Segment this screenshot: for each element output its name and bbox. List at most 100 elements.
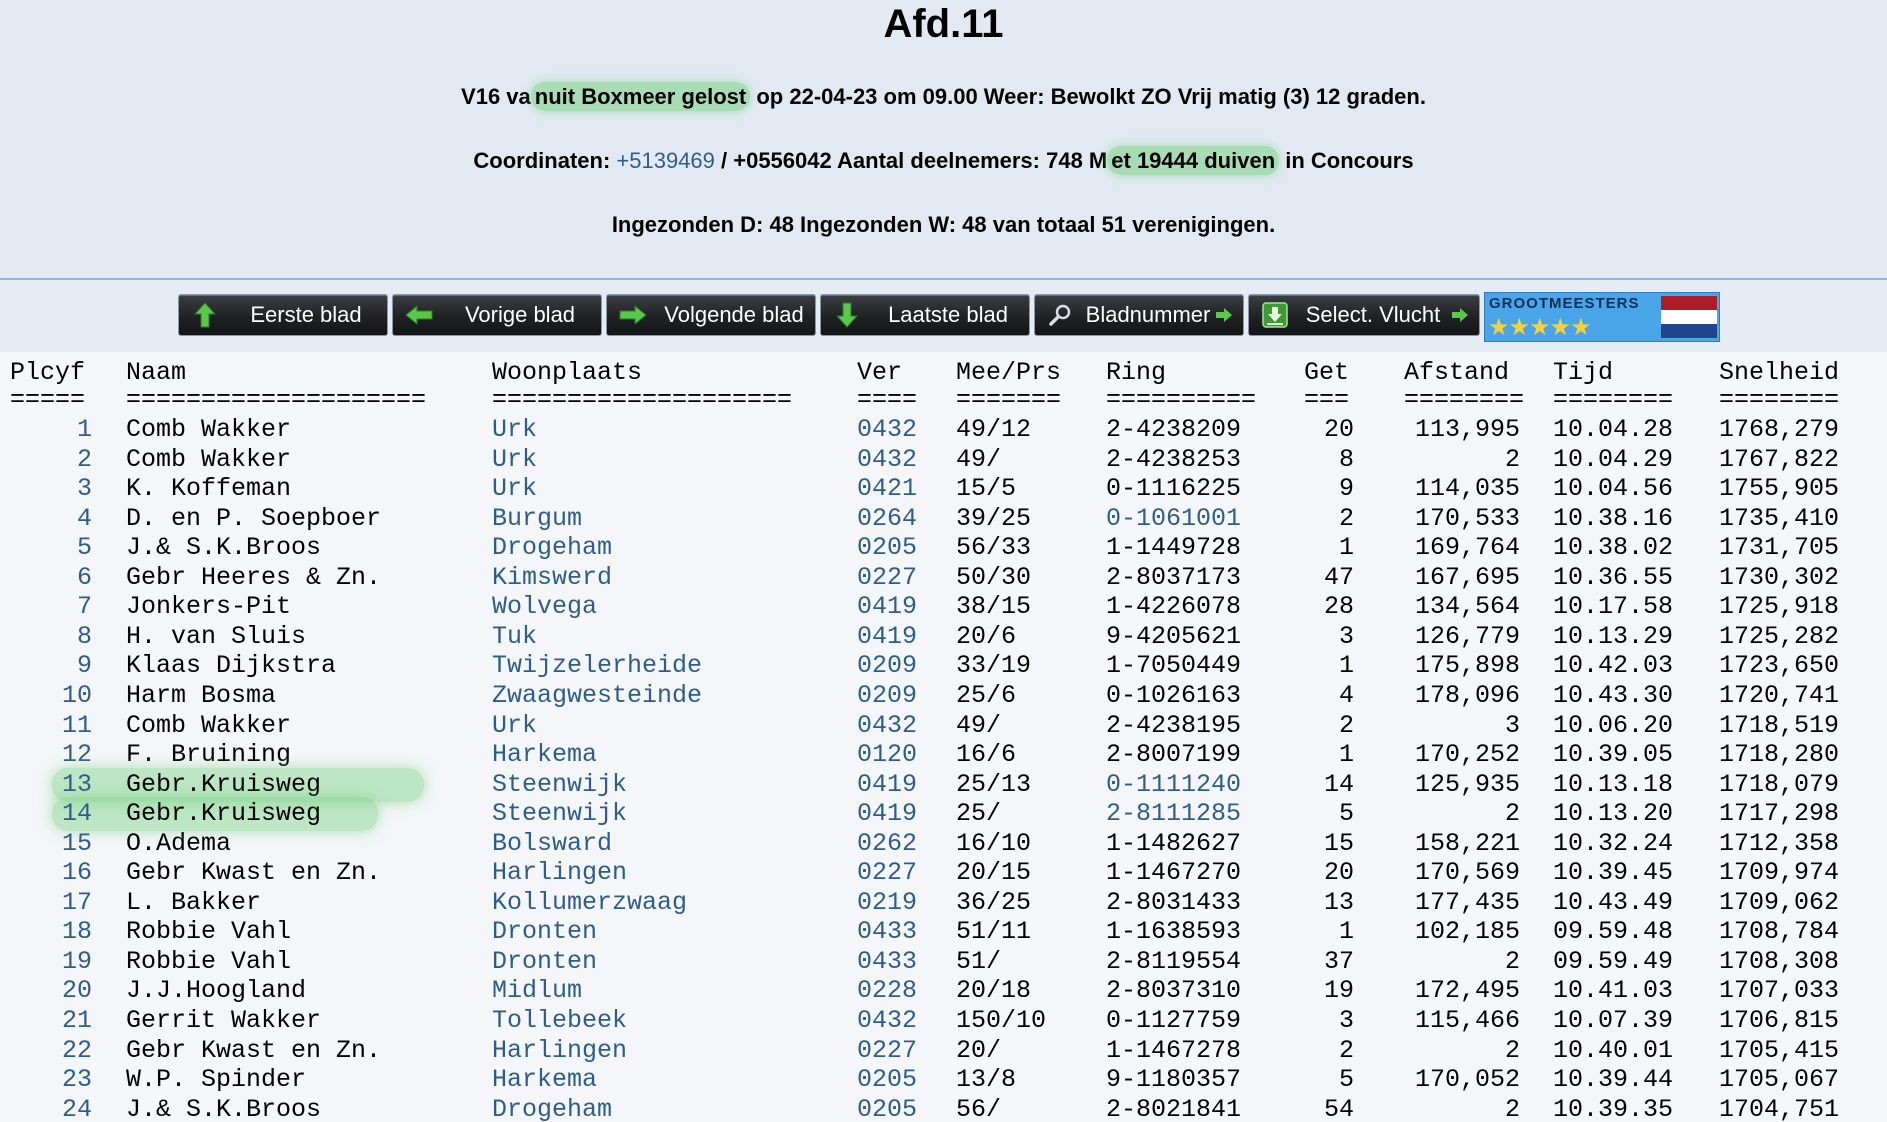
place-cell[interactable]: 4 — [10, 504, 92, 534]
woonplaats-link[interactable]: Kimswerd — [492, 563, 612, 593]
snelheid-cell: 1706,815 — [1719, 1006, 1840, 1035]
vereniging-link[interactable]: 0264 — [857, 504, 917, 534]
vereniging-link[interactable]: 0433 — [857, 947, 917, 977]
woonplaats-link[interactable]: Midlum — [492, 976, 582, 1006]
vereniging-link[interactable]: 0419 — [857, 592, 917, 622]
place-cell[interactable]: 1 — [10, 415, 92, 445]
place-cell[interactable]: 21 — [10, 1006, 92, 1036]
woonplaats-link[interactable]: Harlingen — [492, 1036, 627, 1066]
separator: ===== — [10, 385, 86, 414]
woonplaats-link[interactable]: Kollumerzwaag — [492, 888, 687, 918]
woonplaats-link[interactable]: Wolvega — [492, 592, 597, 622]
place-cell[interactable]: 6 — [10, 563, 92, 593]
eerste-blad-button[interactable]: Eerste blad — [178, 294, 388, 336]
woonplaats-link[interactable]: Dronten — [492, 917, 597, 947]
vereniging-link[interactable]: 0432 — [857, 711, 917, 741]
woonplaats-link[interactable]: Drogeham — [492, 1095, 612, 1122]
vereniging-link[interactable]: 0205 — [857, 1065, 917, 1095]
vereniging-link[interactable]: 0421 — [857, 474, 917, 504]
vereniging-link[interactable]: 0120 — [857, 740, 917, 770]
vereniging-link[interactable]: 0419 — [857, 622, 917, 652]
place-cell[interactable]: 14 — [10, 799, 92, 829]
woonplaats-link[interactable]: Urk — [492, 711, 537, 741]
woonplaats-link[interactable]: Steenwijk — [492, 770, 627, 800]
woonplaats-link[interactable]: Dronten — [492, 947, 597, 977]
vereniging-link[interactable]: 0228 — [857, 976, 917, 1006]
place-cell[interactable]: 3 — [10, 474, 92, 504]
vereniging-link[interactable]: 0219 — [857, 888, 917, 918]
ring-link[interactable]: 0-1111240 — [1106, 770, 1241, 800]
woonplaats-link[interactable]: Twijzelerheide — [492, 651, 702, 681]
vereniging-link[interactable]: 0262 — [857, 829, 917, 859]
woonplaats-link[interactable]: Urk — [492, 415, 537, 445]
woonplaats-link[interactable]: Urk — [492, 474, 537, 504]
vereniging-link[interactable]: 0432 — [857, 445, 917, 475]
place-cell[interactable]: 15 — [10, 829, 92, 859]
place-cell[interactable]: 5 — [10, 533, 92, 563]
woonplaats-link[interactable]: Burgum — [492, 504, 582, 534]
select-vlucht-button[interactable]: Select. Vlucht — [1248, 294, 1480, 336]
vereniging-link[interactable]: 0419 — [857, 799, 917, 829]
place-cell[interactable]: 9 — [10, 651, 92, 681]
place-cell[interactable]: 24 — [10, 1095, 92, 1122]
place-cell[interactable]: 19 — [10, 947, 92, 977]
place-cell[interactable]: 2 — [10, 445, 92, 475]
vereniging-link[interactable]: 0209 — [857, 651, 917, 681]
snelheid-cell: 1708,784 — [1719, 917, 1840, 947]
vereniging-link[interactable]: 0205 — [857, 1095, 917, 1122]
woonplaats-link[interactable]: Urk — [492, 445, 537, 475]
mee-prs-cell: 15/5 — [956, 474, 1017, 504]
ring-link[interactable]: 2-8111285 — [1106, 799, 1241, 829]
woonplaats-link[interactable]: Drogeham — [492, 533, 612, 563]
woonplaats-link[interactable]: Zwaagwesteinde — [492, 681, 702, 711]
mee-prs-cell: 38/15 — [956, 592, 1032, 622]
grootmeesters-logo[interactable]: GROOTMEESTERS ★★★★★ — [1484, 292, 1720, 342]
vereniging-link[interactable]: 0419 — [857, 770, 917, 800]
vorige-blad-button[interactable]: Vorige blad — [392, 294, 602, 336]
woonplaats-link[interactable]: Bolsward — [492, 829, 612, 859]
name-cell: Jonkers-Pit — [126, 592, 292, 622]
vereniging-link[interactable]: 0227 — [857, 563, 917, 593]
submission-line: Ingezonden D: 48 Ingezonden W: 48 van to… — [611, 212, 1276, 237]
place-cell[interactable]: 18 — [10, 917, 92, 947]
separator: ======== — [1553, 385, 1674, 414]
ring-link[interactable]: 0-1061001 — [1106, 504, 1241, 534]
place-cell[interactable]: 7 — [10, 592, 92, 622]
woonplaats-link[interactable]: Harkema — [492, 740, 597, 770]
woonplaats-link[interactable]: Steenwijk — [492, 799, 627, 829]
laatste-blad-button[interactable]: Laatste blad — [820, 294, 1030, 336]
afstand-cell: 3 — [1504, 710, 1520, 740]
flight-info-highlight: nuit Boxmeer gelost — [530, 82, 751, 111]
place-cell[interactable]: 20 — [10, 976, 92, 1006]
vereniging-link[interactable]: 0432 — [857, 415, 917, 445]
place-cell[interactable]: 23 — [10, 1065, 92, 1095]
place-cell[interactable]: 8 — [10, 622, 92, 652]
coordinates-link[interactable]: +5139469 — [616, 148, 715, 173]
place-cell[interactable]: 17 — [10, 888, 92, 918]
vereniging-link[interactable]: 0432 — [857, 1006, 917, 1036]
ring-cell: 1-1449728 — [1106, 533, 1242, 563]
place-cell[interactable]: 12 — [10, 740, 92, 770]
volgende-blad-button[interactable]: Volgende blad — [606, 294, 816, 336]
woonplaats-link[interactable]: Harlingen — [492, 858, 627, 888]
place-cell[interactable]: 22 — [10, 1036, 92, 1066]
vereniging-link[interactable]: 0209 — [857, 681, 917, 711]
woonplaats-link[interactable]: Harkema — [492, 1065, 597, 1095]
vereniging-link[interactable]: 0227 — [857, 858, 917, 888]
vereniging-link[interactable]: 0433 — [857, 917, 917, 947]
vereniging-link[interactable]: 0205 — [857, 533, 917, 563]
woonplaats-link[interactable]: Tuk — [492, 622, 537, 652]
afstand-cell: 167,695 — [1414, 562, 1520, 592]
vereniging-link[interactable]: 0227 — [857, 1036, 917, 1066]
place-cell[interactable]: 13 — [10, 770, 92, 800]
place-cell[interactable]: 11 — [10, 711, 92, 741]
place-cell[interactable]: 10 — [10, 681, 92, 711]
bladnummer-button[interactable]: Bladnummer — [1034, 294, 1244, 336]
name-cell: J.J.Hoogland — [126, 976, 307, 1006]
place-cell[interactable]: 16 — [10, 858, 92, 888]
tijd-cell: 10.13.20 — [1553, 799, 1674, 829]
get-cell: 5 — [1338, 799, 1354, 829]
tijd-cell: 10.04.56 — [1553, 474, 1674, 504]
woonplaats-link[interactable]: Tollebeek — [492, 1006, 627, 1036]
name-cell: Robbie Vahl — [126, 917, 292, 947]
